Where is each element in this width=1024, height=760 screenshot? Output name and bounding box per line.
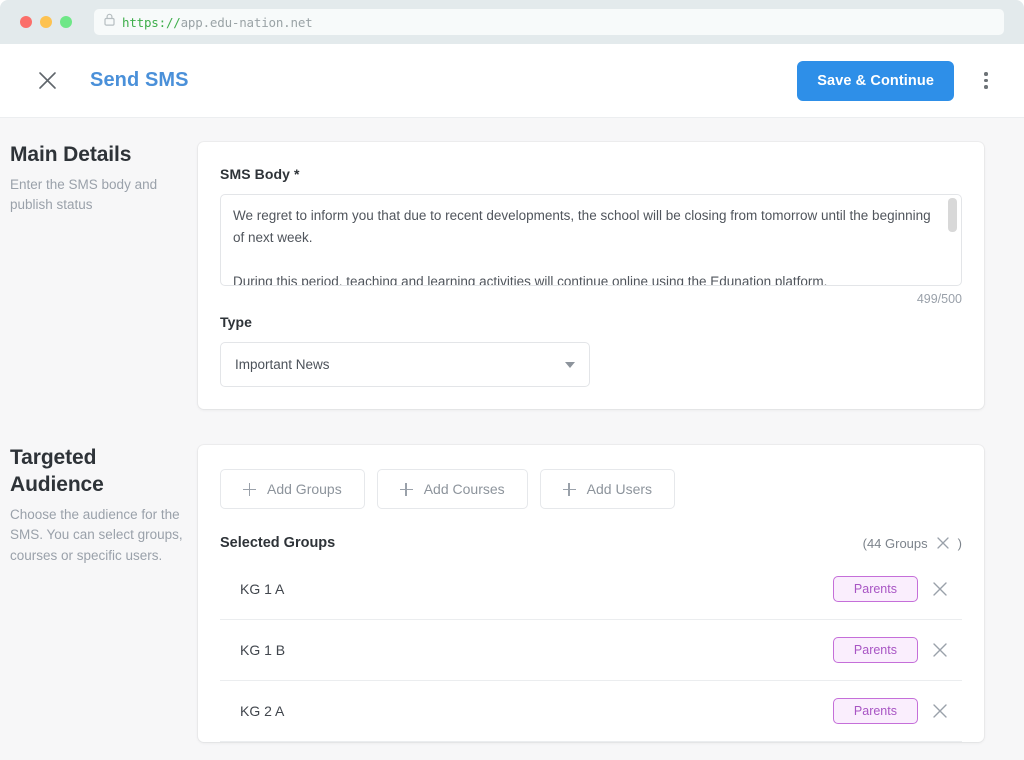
status-badge[interactable]: Parents [832, 637, 918, 663]
add-courses-button[interactable]: Add Courses [376, 469, 528, 509]
sms-body-scrollbar[interactable] [948, 198, 957, 284]
close-icon [937, 537, 949, 549]
sms-body-value: We regret to inform you that due to rece… [233, 208, 931, 285]
add-courses-label: Add Courses [423, 481, 505, 497]
selected-groups-list: KG 1 A Parents KG 1 B Parents KG 2 A Par… [220, 559, 962, 742]
selected-groups-title: Selected Groups [220, 535, 336, 551]
section-targeted-audience: Targeted Audience Choose the audience fo… [0, 445, 1024, 742]
targeted-audience-card: Add Groups Add Courses Add Users Selecte… [198, 445, 984, 742]
add-audience-buttons: Add Groups Add Courses Add Users [220, 469, 962, 509]
url-bar[interactable]: https://app.edu-nation.net [94, 9, 1004, 35]
save-and-continue-button[interactable]: Save & Continue [797, 60, 954, 101]
chevron-down-icon [565, 361, 575, 368]
table-row[interactable]: KG 1 B Parents [220, 620, 962, 681]
kebab-menu-button[interactable] [966, 61, 1006, 101]
kebab-menu-icon [984, 72, 988, 76]
table-row[interactable]: KG 1 A Parents [220, 559, 962, 620]
kebab-menu-icon-dot3 [984, 85, 988, 89]
clear-all-groups-button[interactable] [937, 537, 949, 549]
sms-body-label: SMS Body * [220, 166, 300, 182]
browser-chrome: https://app.edu-nation.net [0, 0, 1024, 44]
close-icon [933, 704, 947, 718]
plus-icon [399, 482, 413, 496]
page-title: Send SMS [90, 69, 189, 91]
table-row[interactable]: KG 2 A Parents [220, 681, 962, 742]
remove-group-button[interactable] [918, 642, 962, 658]
main-details-description: Enter the SMS body and publish status [10, 176, 158, 213]
window-minimize-button[interactable] [40, 16, 52, 28]
remove-group-button[interactable] [918, 581, 962, 597]
targeted-audience-heading: Targeted Audience [10, 446, 104, 496]
targeted-audience-aside: Targeted Audience Choose the audience fo… [0, 445, 198, 742]
add-users-label: Add Users [586, 481, 653, 497]
plus-icon [243, 482, 256, 496]
group-name: KG 1 A [240, 581, 285, 597]
type-select[interactable]: Important News [220, 342, 590, 387]
selected-groups-count-paren: ) [957, 535, 962, 551]
type-select-value: Important News [235, 357, 330, 372]
close-icon [933, 582, 947, 596]
close-icon [38, 72, 56, 89]
close-dialog-button[interactable] [30, 64, 64, 98]
targeted-audience-description: Choose the audience for the SMS. You can… [10, 506, 183, 563]
type-label: Type [220, 314, 253, 330]
main-details-card: SMS Body * We regret to inform you that … [198, 142, 984, 409]
main-details-aside: Main Details Enter the SMS body and publ… [0, 142, 198, 409]
page-body: Main Details Enter the SMS body and publ… [0, 118, 1024, 760]
url-text: https://app.edu-nation.net [122, 14, 313, 30]
selected-groups-header: Selected Groups (44 Groups ) [220, 535, 962, 551]
window-maximize-button[interactable] [60, 16, 72, 28]
url-host: app.edu-nation.net [180, 14, 313, 30]
add-users-button[interactable]: Add Users [539, 469, 676, 509]
add-groups-label: Add Groups [267, 481, 342, 497]
close-icon [933, 643, 947, 657]
group-name: KG 2 A [240, 703, 285, 719]
lock-icon [104, 13, 115, 31]
window-traffic-lights [20, 16, 72, 28]
character-counter: 499/500 [916, 292, 962, 306]
window-close-button[interactable] [20, 16, 32, 28]
selected-groups-count: (44 Groups ) [863, 536, 962, 551]
status-badge[interactable]: Parents [832, 698, 918, 724]
main-details-heading: Main Details [10, 143, 132, 166]
url-scheme: https:// [122, 14, 181, 30]
sms-body-input[interactable]: We regret to inform you that due to rece… [220, 194, 962, 286]
plus-icon [562, 482, 576, 496]
status-badge[interactable]: Parents [832, 576, 918, 602]
sms-body-scrollbar-thumb[interactable] [948, 198, 957, 232]
add-groups-button[interactable]: Add Groups [220, 469, 365, 509]
kebab-menu-icon-dot2 [984, 78, 988, 83]
app-header: Send SMS Save & Continue [0, 44, 1024, 118]
remove-group-button[interactable] [918, 703, 962, 719]
section-main-details: Main Details Enter the SMS body and publ… [0, 142, 1024, 409]
group-name: KG 1 B [240, 642, 286, 658]
selected-groups-count-text: (44 Groups [862, 535, 928, 551]
top-spacer [0, 118, 1024, 142]
